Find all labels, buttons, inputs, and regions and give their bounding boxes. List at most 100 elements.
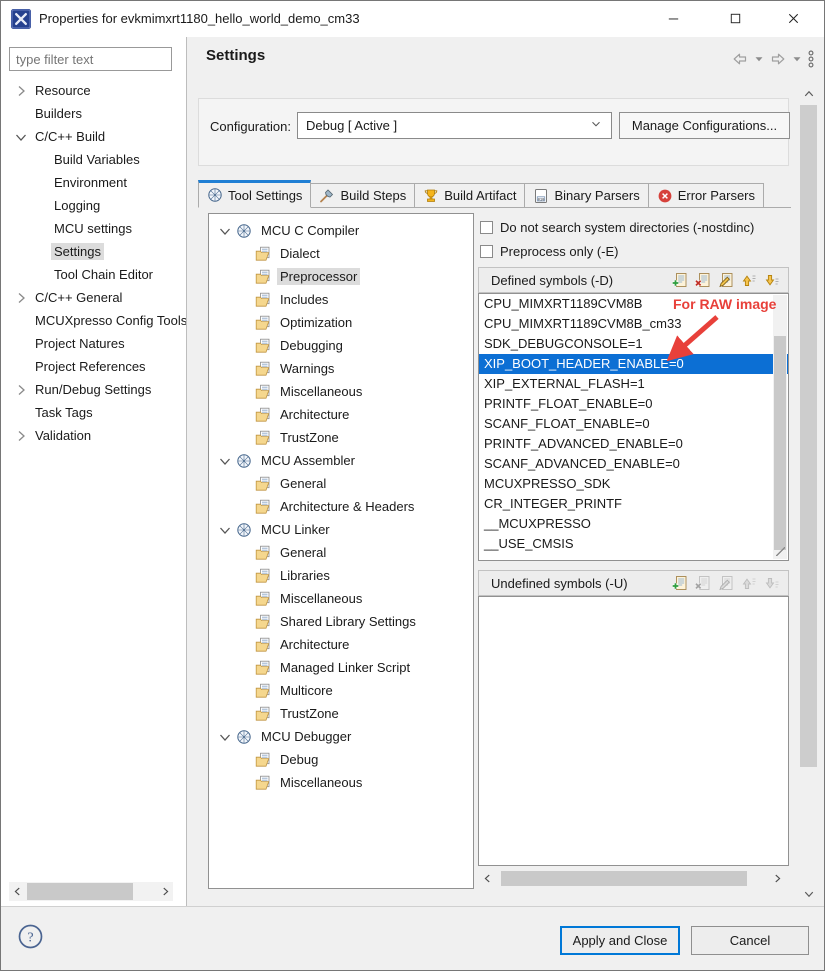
tool-tree-item-trustzone[interactable]: TrustZone (209, 702, 473, 725)
tool-tree-item-mcu-c-compiler[interactable]: MCU C Compiler (209, 219, 473, 242)
minimize-button[interactable] (651, 1, 695, 36)
defined-symbol-row[interactable]: MCUXPRESSO_SDK (479, 474, 788, 494)
back-menu-caret-icon[interactable] (754, 54, 764, 64)
tool-tree-item-architecture[interactable]: Architecture (209, 633, 473, 656)
delete-symbol-icon[interactable] (695, 272, 711, 288)
back-icon[interactable] (731, 51, 749, 67)
add-symbol-icon[interactable] (672, 272, 688, 288)
defined-list-scrollbar[interactable] (773, 295, 787, 559)
sidebar-item-mcuxpresso-config-tools[interactable]: MCUXpresso Config Tools (1, 309, 187, 332)
main-vertical-scrollbar[interactable] (798, 85, 819, 902)
tool-tree-item-architecture[interactable]: Architecture (209, 403, 473, 426)
tab-build-steps[interactable]: Build Steps (311, 183, 415, 208)
sidebar-item-mcu-settings[interactable]: MCU settings (1, 217, 187, 240)
tool-tree-item-trustzone[interactable]: TrustZone (209, 426, 473, 449)
defined-symbol-row-selected[interactable]: XIP_BOOT_HEADER_ENABLE=0 (479, 354, 788, 374)
apply-and-close-button[interactable]: Apply and Close (560, 926, 680, 955)
tool-tree-item-debugging[interactable]: Debugging (209, 334, 473, 357)
scrollbar-thumb[interactable] (501, 871, 747, 886)
tab-binary-parsers[interactable]: 010Binary Parsers (525, 183, 648, 208)
tool-tree-item-general[interactable]: General (209, 541, 473, 564)
sidebar-item-project-references[interactable]: Project References (1, 355, 187, 378)
chevron-down-icon[interactable] (217, 223, 233, 239)
sidebar-item-builders[interactable]: Builders (1, 102, 187, 125)
sidebar-item-c-c-build[interactable]: C/C++ Build (1, 125, 187, 148)
chevron-down-icon[interactable] (217, 729, 233, 745)
scroll-up-icon[interactable] (798, 85, 819, 102)
tool-tree-item-mcu-assembler[interactable]: MCU Assembler (209, 449, 473, 472)
scroll-right-icon[interactable] (770, 870, 785, 887)
defined-symbol-row[interactable]: XIP_EXTERNAL_FLASH=1 (479, 374, 788, 394)
filter-input[interactable] (9, 47, 172, 71)
cancel-button[interactable]: Cancel (691, 926, 809, 955)
defined-symbol-row[interactable]: SCANF_ADVANCED_ENABLE=0 (479, 454, 788, 474)
defined-symbol-row[interactable]: PRINTF_ADVANCED_ENABLE=0 (479, 434, 788, 454)
tool-tree-item-dialect[interactable]: Dialect (209, 242, 473, 265)
move-down-icon[interactable] (764, 272, 780, 288)
scrollbar-thumb[interactable] (27, 883, 133, 900)
tab-error-parsers[interactable]: Error Parsers (649, 183, 764, 208)
sidebar-item-tool-chain-editor[interactable]: Tool Chain Editor (1, 263, 187, 286)
chevron-right-icon[interactable] (13, 428, 29, 444)
defined-symbol-row[interactable]: __MCUXPRESSO (479, 514, 788, 534)
no-system-dirs-option[interactable]: Do not search system directories (-nostd… (480, 217, 782, 237)
tool-tree-item-optimization[interactable]: Optimization (209, 311, 473, 334)
help-icon[interactable]: ? (17, 923, 44, 950)
forward-menu-caret-icon[interactable] (792, 54, 802, 64)
undefined-symbols-list[interactable] (478, 596, 789, 866)
defined-symbol-row[interactable]: PRINTF_FLOAT_ENABLE=0 (479, 394, 788, 414)
sidebar-item-logging[interactable]: Logging (1, 194, 187, 217)
add-symbol-icon[interactable] (672, 575, 688, 591)
defined-symbol-row[interactable]: __USE_CMSIS (479, 534, 788, 554)
tab-tool-settings[interactable]: Tool Settings (198, 180, 311, 208)
tab-build-artifact[interactable]: Build Artifact (415, 183, 525, 208)
tool-tree-item-miscellaneous[interactable]: Miscellaneous (209, 380, 473, 403)
sidebar-item-settings[interactable]: Settings (1, 240, 187, 263)
edit-symbol-icon[interactable] (718, 272, 734, 288)
panel-horizontal-scrollbar[interactable] (478, 870, 789, 887)
sidebar-horizontal-scrollbar[interactable] (9, 882, 173, 901)
tool-tree-item-libraries[interactable]: Libraries (209, 564, 473, 587)
manage-configurations-button[interactable]: Manage Configurations... (619, 112, 790, 139)
move-up-icon[interactable] (741, 272, 757, 288)
chevron-right-icon[interactable] (13, 382, 29, 398)
tool-tree-item-multicore[interactable]: Multicore (209, 679, 473, 702)
view-menu-icon[interactable] (807, 50, 815, 68)
tool-tree-item-mcu-debugger[interactable]: MCU Debugger (209, 725, 473, 748)
sidebar-item-task-tags[interactable]: Task Tags (1, 401, 187, 424)
forward-icon[interactable] (769, 51, 787, 67)
chevron-right-icon[interactable] (13, 83, 29, 99)
scroll-down-icon[interactable] (798, 885, 819, 902)
sidebar-item-validation[interactable]: Validation (1, 424, 187, 447)
chevron-right-icon[interactable] (13, 290, 29, 306)
tool-tree-item-warnings[interactable]: Warnings (209, 357, 473, 380)
tool-tree-item-mcu-linker[interactable]: MCU Linker (209, 518, 473, 541)
sidebar-item-environment[interactable]: Environment (1, 171, 187, 194)
sidebar-item-resource[interactable]: Resource (1, 79, 187, 102)
tool-tree-item-miscellaneous[interactable]: Miscellaneous (209, 771, 473, 794)
scrollbar-thumb[interactable] (774, 336, 786, 550)
tool-tree-item-architecture-headers[interactable]: Architecture & Headers (209, 495, 473, 518)
tool-tree-item-shared-library-settings[interactable]: Shared Library Settings (209, 610, 473, 633)
scrollbar-thumb[interactable] (800, 105, 817, 767)
configuration-dropdown[interactable]: Debug [ Active ] (297, 112, 612, 139)
tool-tree-item-general[interactable]: General (209, 472, 473, 495)
preprocess-only-option[interactable]: Preprocess only (-E) (480, 241, 782, 261)
tool-tree-item-includes[interactable]: Includes (209, 288, 473, 311)
sidebar-item-run-debug-settings[interactable]: Run/Debug Settings (1, 378, 187, 401)
scroll-left-icon[interactable] (9, 882, 25, 901)
close-button[interactable] (771, 1, 815, 36)
chevron-down-icon[interactable] (217, 522, 233, 538)
sidebar-item-project-natures[interactable]: Project Natures (1, 332, 187, 355)
tool-tree-item-managed-linker-script[interactable]: Managed Linker Script (209, 656, 473, 679)
scroll-right-icon[interactable] (157, 882, 173, 901)
tool-tree-item-miscellaneous[interactable]: Miscellaneous (209, 587, 473, 610)
defined-symbol-row[interactable]: CR_INTEGER_PRINTF (479, 494, 788, 514)
defined-symbol-row[interactable]: SCANF_FLOAT_ENABLE=0 (479, 414, 788, 434)
chevron-down-icon[interactable] (217, 453, 233, 469)
scroll-left-icon[interactable] (480, 870, 495, 887)
chevron-down-icon[interactable] (13, 129, 29, 145)
sidebar-item-build-variables[interactable]: Build Variables (1, 148, 187, 171)
maximize-button[interactable] (713, 1, 757, 36)
sidebar-item-c-c-general[interactable]: C/C++ General (1, 286, 187, 309)
